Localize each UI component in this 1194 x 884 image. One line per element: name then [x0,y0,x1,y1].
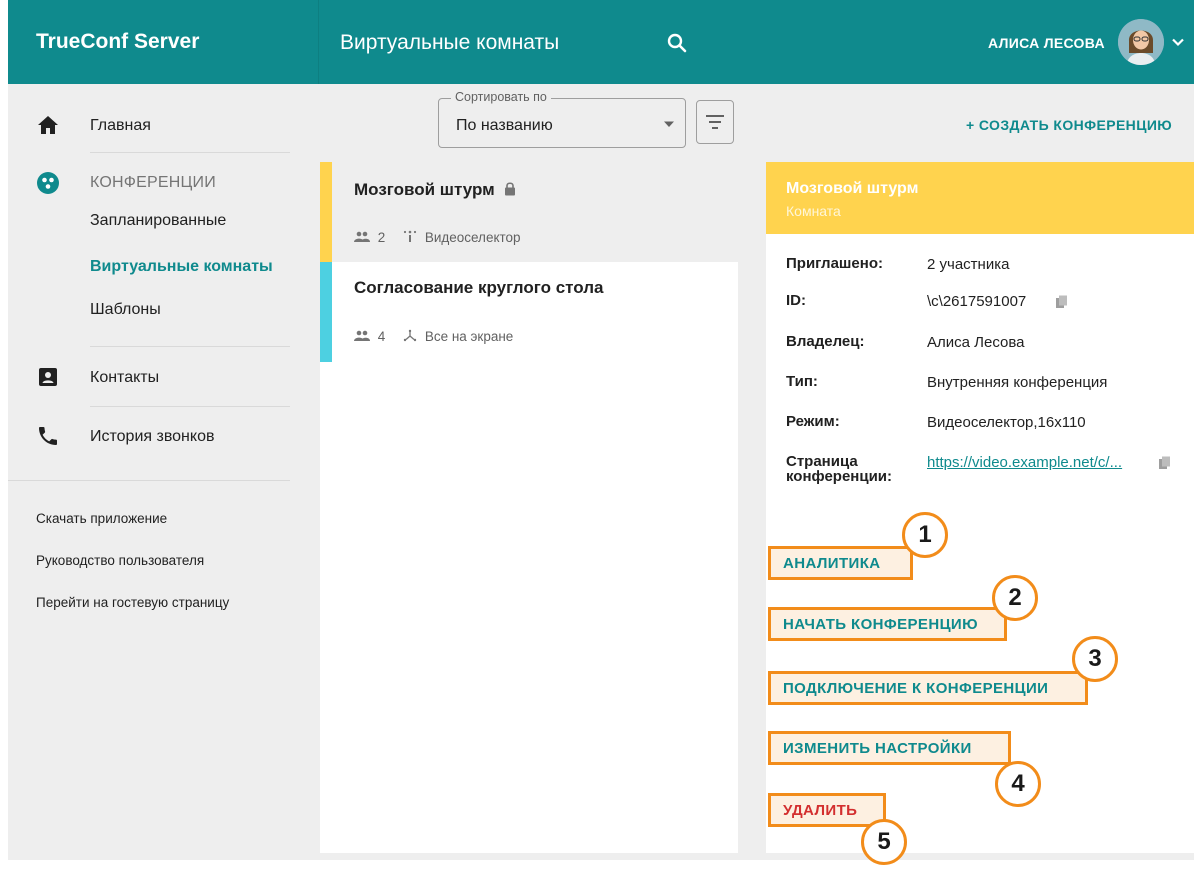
sidebar-item-scheduled[interactable]: Запланированные [90,212,226,230]
create-conference-button[interactable]: + СОЗДАТЬ КОНФЕРЕНЦИЮ [966,117,1172,133]
sort-value[interactable]: По названию [456,117,553,135]
participants-count: 4 [377,329,386,344]
header-divider [318,0,319,84]
user-name[interactable]: АЛИСА ЛЕСОВА [988,35,1105,51]
contact-card-icon [39,368,57,386]
page-label-line: конференции: [786,468,893,485]
home-icon [38,116,58,134]
conference-mode: Все на экране [424,329,514,344]
sidebar-item-label: История звонков [90,428,215,445]
room-color-bar [320,262,332,362]
sidebar-item-label: Главная [90,117,151,134]
conferences-icon [37,172,59,194]
type-value: Внутренняя конференция [927,374,1108,391]
conference-name: Согласование круглого стола [354,278,604,297]
caret-down-icon[interactable] [664,119,674,129]
analytics-button[interactable]: АНАЛИТИКА [768,546,913,580]
lock-icon [505,182,516,196]
conference-list: Мозговой штурм 2 Видеоселектор Согласова… [320,162,738,853]
details-title: Мозговой штурм [786,180,919,197]
annotation-badge: 3 [1072,636,1118,682]
join-conference-button[interactable]: ПОДКЛЮЧЕНИЕ К КОНФЕРЕНЦИИ [768,671,1088,705]
conference-meta: 4 Все на экране [354,329,513,344]
divider [8,480,290,481]
conference-mode: Видеоселектор [424,230,521,245]
people-icon [354,330,370,341]
delete-button[interactable]: УДАЛИТЬ [768,793,886,827]
filter-icon [706,115,724,129]
search-icon[interactable] [665,31,689,55]
sidebar-item-virtual-rooms[interactable]: Виртуальные комнаты [90,258,273,276]
details-subtitle: Комната [786,203,841,219]
user-photo-icon [1118,19,1164,65]
id-label: ID: [786,292,806,309]
invited-label: Приглашено: [786,255,883,272]
sidebar-item-call-history[interactable]: История звонков [8,413,310,461]
people-icon [354,231,370,242]
sidebar-section-conferences[interactable]: КОНФЕРЕНЦИИ [90,174,216,192]
sidebar-item-templates[interactable]: Шаблоны [90,301,161,319]
sort-label: Сортировать по [451,90,551,104]
mode-label: Режим: [786,413,840,430]
invited-value: 2 участника [927,256,1010,273]
page-title: Виртуальные комнаты [340,31,560,54]
user-guide-link[interactable]: Руководство пользователя [36,553,204,568]
annotation-badge: 5 [861,819,907,865]
owner-label: Владелец: [786,333,865,350]
copy-icon[interactable] [1158,456,1172,470]
selector-mode-icon [403,230,417,242]
sidebar-item-contacts[interactable]: Контакты [8,354,310,402]
annotation-badge: 2 [992,575,1038,621]
filter-button[interactable] [696,100,734,144]
edit-settings-button[interactable]: ИЗМЕНИТЬ НАСТРОЙКИ [768,731,1011,765]
chevron-down-icon[interactable] [1170,34,1186,50]
details-header: Мозговой штурм Комната [766,162,1194,234]
annotation-badge: 1 [902,512,948,558]
page-label: Страница конференции: [786,454,892,484]
divider [90,346,290,347]
type-label: Тип: [786,373,818,390]
annotation-badge: 4 [995,761,1041,807]
page-label-line: Страница [786,453,858,470]
brand-title[interactable]: TrueConf Server [36,30,199,54]
room-color-bar [320,162,332,262]
participants-count: 2 [377,230,386,245]
conference-page-link[interactable]: https://video.example.net/c/... [927,454,1122,471]
sidebar-item-home[interactable]: Главная [8,101,310,149]
owner-value: Алиса Лесова [927,334,1025,351]
copy-icon[interactable] [1055,295,1069,309]
top-header: TrueConf Server Виртуальные комнаты АЛИС… [8,0,1194,84]
sidebar-item-label: Контакты [90,369,160,386]
sidebar: Главная КОНФЕРЕНЦИИ Запланированные Вирт… [8,84,310,860]
conference-details: Мозговой штурм Комната Приглашено: 2 уча… [766,162,1194,865]
divider [90,406,290,407]
mode-value: Видеоселектор,16x110 [927,414,1086,431]
all-on-screen-icon [403,329,417,342]
divider [90,152,290,153]
avatar[interactable] [1118,19,1164,65]
conference-name: Мозговой штурм [354,180,517,200]
conference-meta: 2 Видеоселектор [354,230,521,245]
phone-icon [39,427,57,445]
id-value: \c\2617591007 [927,293,1027,310]
start-conference-button[interactable]: НАЧАТЬ КОНФЕРЕНЦИЮ [768,607,1007,641]
guest-page-link[interactable]: Перейти на гостевую страницу [36,595,229,610]
list-item[interactable]: Мозговой штурм 2 Видеоселектор [320,162,738,262]
download-app-link[interactable]: Скачать приложение [36,511,167,526]
list-item[interactable]: Согласование круглого стола 4 Все на экр… [320,262,738,362]
